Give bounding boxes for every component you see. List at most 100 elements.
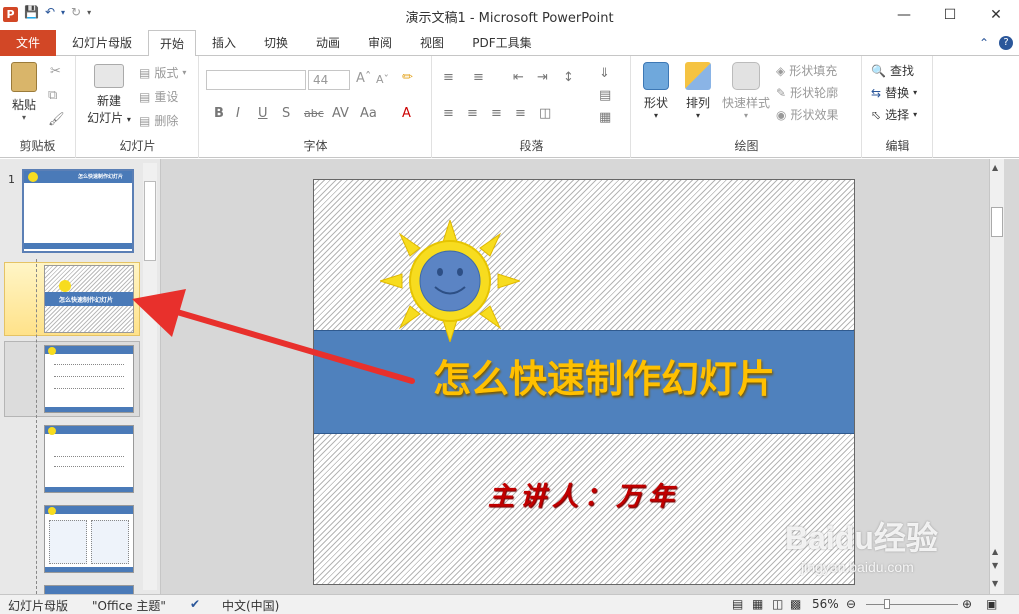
line-spacing-icon[interactable]: ↕	[563, 70, 574, 85]
paste-button[interactable]: 粘贴 ▾	[6, 62, 42, 122]
cut-icon[interactable]: ✂	[50, 64, 61, 79]
red-arrow-annotation	[132, 289, 415, 384]
arrange-button[interactable]: 排列 ▾	[680, 62, 716, 120]
font-size-combo[interactable]: 44	[308, 70, 350, 90]
replace-button[interactable]: ⇆ 替换 ▾	[871, 84, 917, 101]
copy-icon[interactable]: ⧉	[48, 88, 57, 103]
scroll-up-icon[interactable]: ▲	[992, 163, 998, 172]
clipboard-group: 粘贴 ▾ ✂ ⧉ 🖌 剪贴板	[0, 56, 76, 158]
shapes-button[interactable]: 形状 ▾	[638, 62, 674, 120]
columns-icon[interactable]: ◫	[539, 106, 551, 121]
next-slide-icon[interactable]: ▼	[992, 561, 998, 570]
slides-group-label: 幻灯片	[119, 139, 156, 153]
spell-check-icon[interactable]: ✔	[190, 597, 200, 611]
close-button[interactable]: ✕	[973, 0, 1019, 30]
text-direction-icon[interactable]: ⇓	[599, 66, 610, 81]
tab-pdf-tools[interactable]: PDF工具集	[462, 30, 542, 56]
increase-indent-icon[interactable]: ⇥	[537, 70, 548, 85]
char-spacing-icon[interactable]: AV	[332, 106, 349, 121]
reading-view-icon[interactable]: ◫	[772, 597, 783, 611]
layout-icon: ▤	[139, 65, 151, 80]
layout-connector-line	[36, 259, 37, 594]
language-indicator[interactable]: 中文(中国)	[222, 597, 279, 614]
tab-insert[interactable]: 插入	[200, 30, 248, 56]
scroll-down-icon[interactable]: ▼	[992, 579, 998, 588]
fit-to-window-icon[interactable]: ▣	[986, 597, 997, 611]
tab-review[interactable]: 审阅	[356, 30, 404, 56]
tab-animations[interactable]: 动画	[304, 30, 352, 56]
decrease-indent-icon[interactable]: ⇤	[513, 70, 524, 85]
thumbnail-scroll-thumb[interactable]	[144, 181, 156, 261]
paste-icon	[11, 62, 37, 92]
find-button[interactable]: 🔍 查找	[871, 62, 914, 79]
zoom-slider-thumb[interactable]	[884, 599, 890, 609]
shape-outline-icon: ✎	[776, 85, 787, 100]
new-slide-button[interactable]: 新建 幻灯片 ▾	[83, 64, 135, 126]
window-title: 演示文稿1 - Microsoft PowerPoint	[405, 11, 614, 26]
quick-styles-button[interactable]: 快速样式 ▾	[720, 62, 772, 120]
status-bar: 幻灯片母版 "Office 主题" ✔ 中文(中国) ▤ ▦ ◫ ▩ 56% ⊖…	[0, 594, 1019, 614]
shape-fill-button[interactable]: ◈ 形状填充	[776, 62, 837, 79]
tab-slide-master[interactable]: 幻灯片母版	[60, 30, 144, 56]
bold-icon[interactable]: B	[214, 106, 224, 121]
grow-font-icon[interactable]: Aˆ	[356, 71, 371, 86]
shape-outline-button[interactable]: ✎ 形状轮廓	[776, 84, 838, 101]
paragraph-group: ≡ ≡ ⇤ ⇥ ↕ ⇓ ▤ ▦ ≡ ≡ ≡ ≡ ◫ 段落	[433, 56, 631, 158]
two-content-layout-thumbnail[interactable]	[44, 505, 134, 573]
minimize-button[interactable]: —	[881, 0, 927, 30]
arrange-icon	[685, 62, 711, 90]
theme-indicator[interactable]: "Office 主题"	[92, 597, 166, 614]
delete-slide-button[interactable]: ▤ 删除	[139, 112, 178, 129]
underline-icon[interactable]: U	[258, 106, 268, 121]
master-thumbnail[interactable]: 怎么快速制作幻灯片	[22, 169, 134, 253]
editor-scroll-thumb[interactable]	[991, 207, 1003, 237]
reset-button[interactable]: ▤ 重设	[139, 88, 178, 105]
slide-subtitle[interactable]: 主讲人：万年	[314, 476, 854, 513]
italic-icon[interactable]: I	[236, 106, 240, 121]
select-button[interactable]: ⬁ 选择 ▾	[871, 106, 917, 123]
shape-effects-button[interactable]: ◉ 形状效果	[776, 106, 839, 123]
font-name-combo[interactable]	[206, 70, 306, 90]
editor-scrollbar[interactable]: ▲ ▲ ▼ ▼	[989, 159, 1004, 594]
zoom-in-icon[interactable]: ⊕	[962, 597, 972, 611]
find-icon: 🔍	[871, 63, 886, 78]
font-color-icon[interactable]: A	[402, 106, 411, 121]
layout-button[interactable]: ▤ 版式 ▾	[139, 64, 186, 81]
smartart-icon[interactable]: ▦	[599, 110, 611, 125]
change-case-icon[interactable]: Aa	[360, 106, 377, 121]
tab-view[interactable]: 视图	[408, 30, 456, 56]
align-right-icon[interactable]: ≡	[491, 106, 502, 121]
tab-transitions[interactable]: 切换	[252, 30, 300, 56]
justify-icon[interactable]: ≡	[515, 106, 526, 121]
tab-home[interactable]: 开始	[148, 30, 196, 57]
strikethrough-icon[interactable]: abc	[304, 107, 324, 120]
font-group-label: 字体	[303, 139, 328, 153]
zoom-out-icon[interactable]: ⊖	[846, 597, 856, 611]
help-icon[interactable]: ?	[999, 36, 1013, 50]
editing-group-label: 编辑	[885, 139, 910, 153]
previous-slide-icon[interactable]: ▲	[992, 547, 998, 556]
clear-format-icon[interactable]: ✏	[402, 70, 413, 85]
shadow-icon[interactable]: S	[282, 106, 290, 121]
tab-file[interactable]: 文件	[0, 30, 56, 56]
editing-group: 🔍 查找 ⇆ 替换 ▾ ⬁ 选择 ▾ 编辑	[863, 56, 933, 158]
normal-view-icon[interactable]: ▤	[732, 597, 743, 611]
zoom-level[interactable]: 56%	[812, 597, 839, 611]
align-text-icon[interactable]: ▤	[599, 88, 611, 103]
ribbon-tabs: 文件 幻灯片母版 开始 插入 切换 动画 审阅 视图 PDF工具集 ⌃ ?	[0, 30, 1019, 57]
shrink-font-icon[interactable]: Aˇ	[376, 73, 389, 86]
section-layout-thumbnail[interactable]	[44, 425, 134, 493]
paragraph-group-label: 段落	[519, 139, 544, 153]
maximize-button[interactable]: ☐	[927, 0, 973, 30]
slide-sorter-icon[interactable]: ▦	[752, 597, 763, 611]
numbering-icon[interactable]: ≡	[473, 70, 484, 85]
align-left-icon[interactable]: ≡	[443, 106, 454, 121]
delete-icon: ▤	[139, 113, 151, 128]
slideshow-icon[interactable]: ▩	[790, 597, 801, 611]
collapse-ribbon-icon[interactable]: ⌃	[979, 36, 989, 50]
format-painter-icon[interactable]: 🖌	[48, 112, 65, 127]
align-center-icon[interactable]: ≡	[467, 106, 478, 121]
bullets-icon[interactable]: ≡	[443, 70, 454, 85]
zoom-slider[interactable]	[866, 604, 958, 605]
quick-styles-icon	[732, 62, 760, 90]
